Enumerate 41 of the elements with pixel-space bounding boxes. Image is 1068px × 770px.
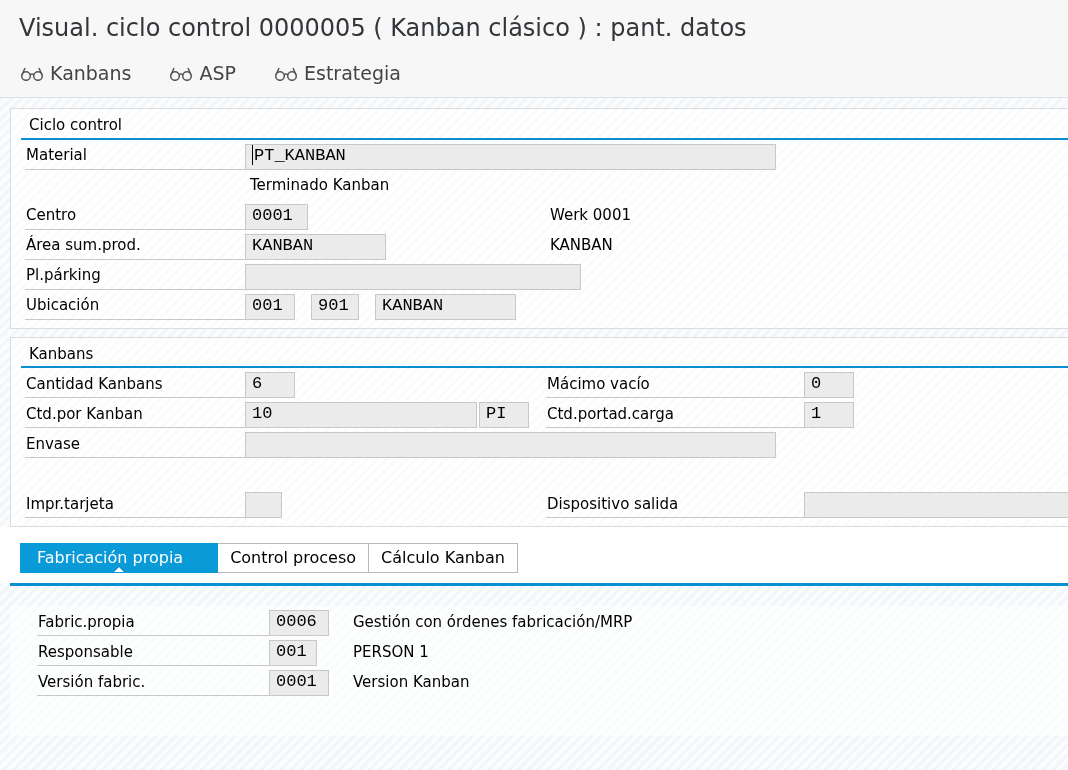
input-field[interactable]: 6: [245, 372, 295, 398]
pointer-icon: [113, 565, 126, 572]
input-field[interactable]: 10: [245, 402, 477, 428]
input-field[interactable]: 901: [311, 293, 359, 320]
input-field[interactable]: [804, 492, 1068, 518]
glasses-icon: [20, 66, 44, 81]
input-field[interactable]: 001: [269, 640, 317, 666]
field-label: Responsable: [37, 640, 269, 666]
tab[interactable]: Control proceso: [218, 543, 369, 573]
input-field[interactable]: 0: [804, 372, 854, 398]
section-title: Ciclo control: [21, 109, 1068, 140]
tab[interactable]: Cálculo Kanban: [369, 543, 518, 573]
field-label: Dispositivo salida: [546, 492, 804, 518]
field-description: Werk 0001: [550, 205, 631, 226]
field-label: Ctd.portad.carga: [546, 402, 804, 428]
glasses-icon: [274, 66, 298, 81]
field-description: PERSON 1: [353, 641, 429, 663]
field-label: Mácimo vacío: [546, 372, 804, 398]
input-field[interactable]: KANBAN: [375, 293, 516, 320]
input-field[interactable]: [245, 432, 776, 458]
toolbar-button[interactable]: Estrategia: [274, 59, 401, 88]
field-label: Versión fabric.: [37, 670, 269, 696]
field-label: Fabric.propia: [37, 610, 269, 636]
glasses-icon: [169, 66, 194, 81]
input-field[interactable]: [245, 263, 581, 290]
field-description: Version Kanban: [353, 671, 470, 693]
input-field[interactable]: PI: [479, 402, 529, 428]
toolbar-button[interactable]: Kanbans: [20, 59, 132, 88]
input-field[interactable]: PT_KANBAN: [245, 143, 776, 170]
section-title: Kanbans: [21, 337, 1068, 368]
field-description: Terminado Kanban: [250, 175, 390, 196]
input-field[interactable]: KANBAN: [245, 233, 386, 260]
field-description: Gestión con órdenes fabricación/MRP: [353, 611, 633, 633]
field-description: KANBAN: [550, 235, 613, 256]
input-field[interactable]: 001: [245, 293, 295, 320]
input-field[interactable]: 1: [804, 402, 854, 428]
input-field[interactable]: 0006: [269, 610, 329, 636]
input-field[interactable]: 0001: [269, 670, 329, 696]
input-field[interactable]: [245, 492, 282, 518]
toolbar-button[interactable]: ASP: [169, 59, 236, 88]
input-field[interactable]: 0001: [245, 203, 308, 230]
